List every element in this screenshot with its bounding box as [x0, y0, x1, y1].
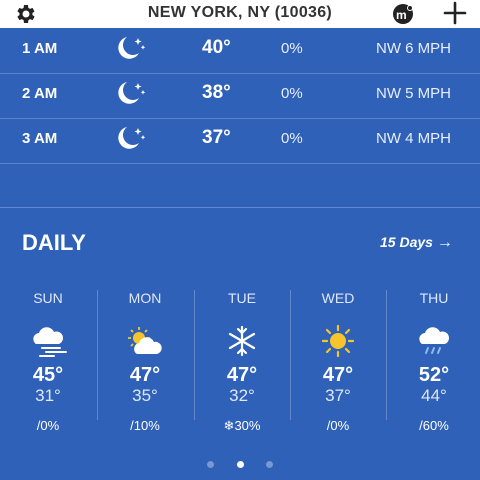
hour-precip: 0%: [281, 85, 303, 102]
day-precip-value: 0%: [40, 418, 60, 433]
day-name: WED: [321, 290, 355, 306]
day-name: TUE: [228, 290, 256, 306]
hour-time: 1 AM: [22, 40, 58, 57]
plus-icon[interactable]: [442, 0, 468, 26]
day-low: 37°: [325, 386, 351, 405]
day-name: THU: [419, 290, 449, 306]
day-precip: /60%: [386, 418, 480, 433]
day-precip: /0%: [0, 418, 96, 433]
day-precip: ❄30%: [194, 418, 290, 434]
arrow-right-icon: →: [436, 234, 453, 251]
day-precip-value: 60%: [422, 418, 449, 433]
15-days-label: 15 Days: [380, 234, 433, 250]
hour-wind: NW 5 MPH: [376, 85, 451, 102]
moon-stars-icon: [118, 37, 146, 59]
day-high: 47°: [129, 364, 161, 386]
hour-precip: 0%: [281, 130, 303, 147]
day-precip-value: 30%: [234, 418, 261, 433]
page-dot-active[interactable]: [236, 461, 244, 468]
hour-precip: 0%: [281, 40, 303, 57]
day-high: 52°: [418, 364, 450, 386]
page-indicator: [0, 455, 480, 473]
day-low: 44°: [421, 386, 447, 405]
section-divider: [0, 207, 480, 208]
hourly-row[interactable]: 3 AM 37° 0% NW 4 MPH: [0, 118, 480, 164]
day-forecast-thu[interactable]: THU 52° 44° /60%: [386, 290, 480, 433]
hour-temp: 37°: [202, 127, 231, 148]
hourly-list: 1 AM 40° 0% NW 6 MPH 2 AM 38° 0% NW 5 MP…: [0, 28, 480, 208]
hour-temp: 38°: [202, 82, 231, 103]
hour-time: 3 AM: [22, 130, 58, 147]
hour-wind: NW 6 MPH: [376, 40, 451, 57]
hour-wind: NW 4 MPH: [376, 130, 451, 147]
mi-logo-icon[interactable]: m: [392, 3, 414, 25]
day-high: 47°: [322, 364, 354, 386]
cloud-rain-icon: [419, 327, 449, 354]
day-forecast-tue[interactable]: TUE 47° 32° ❄30%: [194, 290, 290, 433]
day-name: MON: [128, 290, 162, 306]
hour-temp: 40°: [202, 37, 231, 58]
hour-time: 2 AM: [22, 85, 58, 102]
top-bar: NEW YORK, NY (10036) m: [0, 0, 480, 28]
day-precip-value: 0%: [330, 418, 350, 433]
day-forecast-mon[interactable]: MON 47° 35° /10%: [97, 290, 193, 433]
day-forecast-sun[interactable]: SUN 45° 31° /0%: [0, 290, 96, 433]
daily-heading: DAILY: [22, 230, 86, 255]
svg-text:m: m: [396, 8, 407, 22]
day-high: 47°: [226, 364, 258, 386]
sun-icon: [321, 324, 355, 358]
partly-cloudy-icon: [128, 327, 162, 354]
day-low: 32°: [229, 386, 255, 405]
day-high: 45°: [32, 364, 64, 386]
hourly-row[interactable]: 2 AM 38° 0% NW 5 MPH: [0, 73, 480, 119]
day-low: 35°: [132, 386, 158, 405]
day-precip: /10%: [97, 418, 193, 433]
moon-stars-icon: [118, 82, 146, 104]
page-dot[interactable]: [265, 461, 273, 468]
15-days-link[interactable]: 15 Days →: [380, 234, 453, 252]
moon-stars-icon: [118, 127, 146, 149]
day-forecast-wed[interactable]: WED 47° 37° /0%: [290, 290, 386, 433]
day-name: SUN: [33, 290, 63, 306]
day-precip-value: 10%: [133, 418, 160, 433]
day-low: 31°: [35, 386, 61, 405]
cloud-wind-icon: [33, 327, 67, 357]
day-precip: /0%: [290, 418, 386, 433]
page-dot[interactable]: [207, 461, 215, 468]
snowflake-icon: ❄: [223, 418, 235, 433]
snowflake-icon: [228, 325, 256, 357]
hourly-row[interactable]: 1 AM 40° 0% NW 6 MPH: [0, 28, 480, 74]
